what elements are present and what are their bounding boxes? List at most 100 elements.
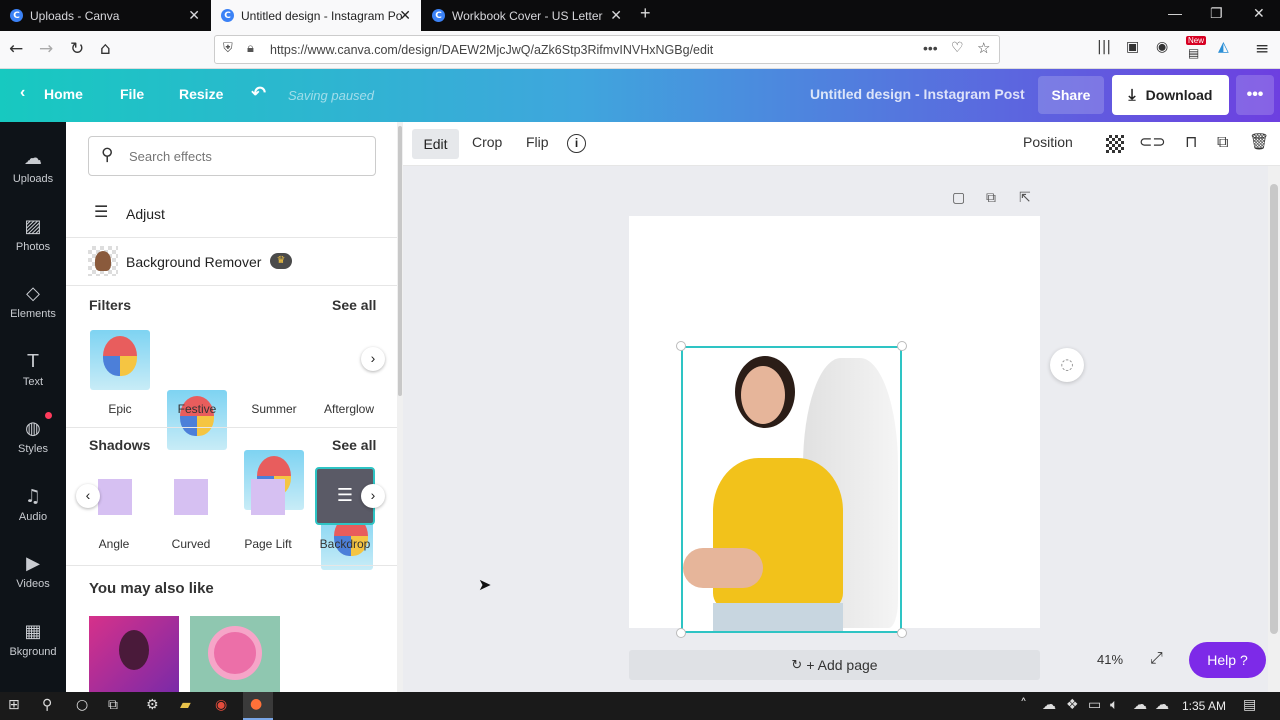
suggestion-thumb-portrait[interactable] — [89, 616, 179, 692]
close-tab-icon[interactable]: ✕ — [399, 7, 411, 24]
tab-instagram-post[interactable]: C Untitled design - Instagram Po ✕ — [211, 0, 421, 31]
task-view-icon[interactable]: ⧉ — [108, 697, 118, 713]
duplicate-icon[interactable]: ⧉ — [1217, 132, 1228, 152]
resize-handle[interactable] — [676, 628, 686, 638]
resize-handle[interactable] — [897, 628, 907, 638]
minimize-icon[interactable]: — — [1168, 5, 1182, 21]
app-icon[interactable]: ⚙ — [146, 697, 159, 713]
filters-next-icon[interactable]: › — [361, 347, 385, 371]
chevron-left-icon[interactable]: ‹ — [20, 84, 25, 102]
restore-icon[interactable]: ❐ — [1210, 5, 1223, 22]
pocket-icon[interactable]: ♡ — [951, 40, 964, 56]
filter-thumb-epic[interactable] — [90, 330, 150, 390]
comment-icon[interactable]: ◌ — [1050, 348, 1084, 382]
close-window-icon[interactable]: ✕ — [1253, 5, 1265, 22]
canvas-scrollbar[interactable] — [1268, 166, 1280, 692]
flip-button[interactable]: Flip — [526, 134, 549, 150]
design-title[interactable]: Untitled design - Instagram Post — [810, 86, 1025, 102]
volume-icon[interactable]: 🔈︎ — [1110, 697, 1118, 713]
lock-icon[interactable]: 🔒︎ — [247, 41, 254, 56]
home-button[interactable]: Home — [44, 86, 83, 102]
home-icon[interactable]: ⌂ — [100, 39, 111, 59]
shadow-thumb-page-lift[interactable] — [251, 479, 285, 515]
tab-uploads[interactable]: C Uploads - Canva ✕ — [0, 0, 210, 31]
extension-blue-icon[interactable]: ◭ — [1218, 39, 1229, 55]
file-explorer-icon[interactable]: ▰ — [180, 697, 191, 713]
download-button[interactable]: ⤓ Download — [1112, 75, 1229, 115]
add-page-button[interactable]: ↻ + Add page — [629, 650, 1040, 680]
notes-icon[interactable]: ▢ — [952, 190, 965, 206]
zoom-level[interactable]: 41% — [1097, 652, 1123, 667]
network-icon[interactable]: ▭ — [1088, 697, 1101, 713]
dropbox-icon[interactable]: ❖ — [1066, 697, 1079, 713]
undo-icon[interactable]: ↶ — [251, 83, 266, 104]
suggestion-thumb-donut[interactable] — [190, 616, 280, 692]
menu-hamburger-icon[interactable]: ≡ — [1255, 39, 1269, 59]
tab-workbook-cover[interactable]: C Workbook Cover - US Letter ✕ — [422, 0, 632, 31]
forward-icon[interactable]: → — [39, 39, 53, 59]
filters-see-all[interactable]: See all — [332, 297, 376, 313]
account-icon[interactable]: ◉ — [1156, 39, 1168, 55]
chrome-icon[interactable]: ◉ — [215, 697, 227, 713]
edit-button[interactable]: Edit — [412, 129, 459, 159]
search-effects[interactable]: ⚲ — [88, 136, 376, 176]
shadow-thumb-curved[interactable] — [174, 479, 208, 515]
cloud-upload-icon[interactable]: ☁ — [1155, 697, 1169, 713]
reload-icon[interactable]: ↻ — [70, 39, 84, 59]
shadows-see-all[interactable]: See all — [332, 437, 376, 453]
rail-item-videos[interactable]: ▶ Videos — [0, 545, 66, 605]
close-tab-icon[interactable]: ✕ — [610, 7, 622, 24]
link-icon[interactable]: ⊂⊃ — [1139, 132, 1166, 151]
clock-time[interactable]: 1:35 AM — [1182, 699, 1226, 713]
info-icon[interactable]: i — [567, 134, 586, 153]
cortana-icon[interactable]: ○ — [76, 697, 88, 713]
url-text[interactable]: https://www.canva.com/design/DAEW2MjcJwQ… — [270, 43, 713, 57]
shadow-thumb-angle[interactable] — [98, 479, 132, 515]
shadows-next-icon[interactable]: › — [361, 484, 385, 508]
search-icon[interactable]: ⚲ — [42, 697, 52, 713]
add-page-icon[interactable]: ⇱ — [1019, 190, 1031, 206]
close-tab-icon[interactable]: ✕ — [188, 7, 200, 24]
library-icon[interactable]: ||| — [1097, 39, 1111, 55]
resize-handle[interactable] — [676, 341, 686, 351]
resize-button[interactable]: Resize — [179, 86, 223, 102]
shadows-prev-icon[interactable]: ‹ — [76, 484, 100, 508]
rail-item-elements[interactable]: ◇ Elements — [0, 275, 66, 335]
shield-icon[interactable]: ⛨ — [223, 41, 233, 56]
firefox-taskbar-item[interactable]: ● — [243, 692, 273, 720]
crop-button[interactable]: Crop — [472, 134, 502, 150]
notifications-icon[interactable]: ▤ — [1243, 697, 1256, 713]
rail-item-photos[interactable]: ▨ Photos — [0, 208, 66, 268]
trash-icon[interactable]: 🗑︎ — [1249, 132, 1269, 151]
page-actions-icon[interactable]: ••• — [923, 40, 938, 56]
rail-item-uploads[interactable]: ☁ Uploads — [0, 140, 66, 200]
share-button[interactable]: Share — [1038, 76, 1104, 114]
rail-item-styles[interactable]: ◍ Styles — [0, 410, 66, 470]
more-options-icon[interactable]: ••• — [1236, 75, 1274, 115]
rail-item-audio[interactable]: ♫ Audio — [0, 478, 66, 538]
rail-item-text[interactable]: T Text — [0, 343, 66, 403]
bg-remover-row[interactable]: Background Remover ♛ — [66, 238, 398, 286]
bookmark-star-icon[interactable]: ☆ — [977, 39, 990, 57]
windows-start-icon[interactable]: ⊞ — [8, 697, 20, 713]
file-menu-button[interactable]: File — [120, 86, 144, 102]
transparency-icon[interactable] — [1106, 135, 1124, 153]
onedrive-icon[interactable]: ☁ — [1042, 697, 1056, 713]
fullscreen-icon[interactable]: ⤢ — [1150, 648, 1163, 668]
selected-photo[interactable] — [681, 346, 902, 633]
filter-thumb-festive[interactable] — [167, 390, 227, 450]
unlock-icon[interactable]: ⊓ — [1185, 132, 1197, 151]
cloud-sync-icon[interactable]: ☁ — [1133, 697, 1147, 713]
extension-icon[interactable]: ▤ — [1188, 46, 1199, 60]
duplicate-page-icon[interactable]: ⧉ — [986, 190, 996, 206]
resize-handle[interactable] — [897, 341, 907, 351]
position-button[interactable]: Position — [1023, 134, 1073, 150]
tray-chevron-icon[interactable]: ˄ — [1020, 697, 1027, 713]
rail-item-background[interactable]: ▦ Bkground — [0, 613, 66, 673]
back-icon[interactable]: ← — [9, 39, 23, 59]
sidebar-icon[interactable]: ▣ — [1126, 39, 1139, 55]
new-tab-icon[interactable]: + — [640, 3, 651, 24]
search-input[interactable] — [129, 145, 359, 167]
help-button[interactable]: Help ? — [1189, 642, 1266, 678]
url-bar[interactable]: ⛨ 🔒︎ https://www.canva.com/design/DAEW2M… — [214, 35, 1000, 64]
